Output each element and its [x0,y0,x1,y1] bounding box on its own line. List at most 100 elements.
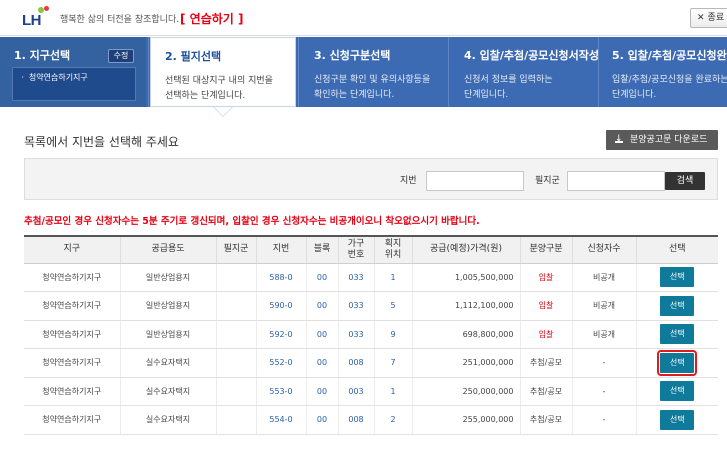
cell-sale-type: 입찰 [519,320,572,349]
cell-district: 청약연습하기지구 [24,405,120,435]
cell-usage: 실수요자택지 [119,377,216,406]
cell-price: 250,000,000 [411,377,520,406]
cell-district: 청약연습하기지구 [24,263,120,292]
cell-usage: 일반상업용지 [119,320,216,349]
top-bar: LH 행복한 삶의 터전을 창조합니다. [ 연습하기 ] ✕ 종료 [0,0,727,36]
step-5-complete: 5. 입찰/추첨/공모신청완료 입찰/추첨/공모신청을 완료하는 단계입니다. [598,37,727,107]
step-3-type-select: 3. 신청구분선택 신청구분 확인 및 유의사항등을 확인하는 단계입니다. [300,37,448,107]
cell-sale-type: 입찰 [519,263,572,292]
cell-block: 00 [305,320,338,349]
cell-applicants: - [571,348,636,378]
cell-lot: 1 [373,377,412,406]
lot-table: 지구 공급용도 필지군 지번 블록 가구 번호 획지 위치 공급(예정)가격(원… [24,235,718,435]
step-3-desc: 신청구분 확인 및 유의사항등을 확인하는 단계입니다. [314,73,448,103]
select-button[interactable]: 선택 [657,349,698,376]
end-button[interactable]: ✕ 종료 [690,8,727,28]
cell-usage: 일반상업용지 [119,291,216,321]
cell-district: 청약연습하기지구 [24,291,120,321]
notice-download-button[interactable]: 분양공고문 다운로드 [606,129,718,150]
table-header-row: 지구 공급용도 필지군 지번 블록 가구 번호 획지 위치 공급(예정)가격(원… [24,235,718,264]
cell-jibun: 590-0 [255,291,306,321]
cell-unit: 003 [337,377,374,406]
cell-group [215,348,256,378]
cell-district: 청약연습하기지구 [24,320,120,349]
cell-applicants: - [571,377,636,406]
cell-select: 선택 [635,263,718,292]
cell-block: 00 [305,377,338,406]
cell-jibun: 554-0 [255,405,306,435]
lh-logo: LH [12,6,56,30]
cell-jibun: 588-0 [255,263,306,292]
header-jibun: 지번 [255,235,306,264]
step-divider [298,37,299,107]
cell-price: 255,000,000 [411,405,520,435]
cell-applicants: 비공개 [571,320,636,349]
step-4-application-form: 4. 입찰/추첨/공모신청서작성 신청서 정보를 입력하는단계입니다. [450,37,600,107]
select-button[interactable]: 선택 [660,381,695,402]
header-group: 필지군 [215,235,256,264]
cell-select: 선택 [635,377,718,406]
logo-text: LH [22,12,42,29]
cell-unit: 033 [337,263,374,292]
header-district: 지구 [24,235,120,264]
cell-jibun: 552-0 [255,348,306,378]
step-4-desc-line1: 신청서 정보를 입력하는 [464,75,553,85]
step-2-desc: 선택된 대상지구 내의 지번을선택하는 단계입니다. [165,74,295,104]
cell-price: 1,112,100,000 [411,291,520,321]
cell-usage: 실수요자택지 [119,405,216,435]
cell-lot: 7 [373,348,412,378]
header-price: 공급(예정)가격(원) [411,235,520,264]
cell-group [215,263,256,292]
header-sale-type: 분양구분 [519,235,572,264]
cell-jibun: 553-0 [255,377,306,406]
cell-unit: 033 [337,291,374,321]
cell-sale-type: 추첨/공모 [519,348,572,378]
search-button[interactable]: 검색 [665,172,705,190]
cell-applicants: 비공개 [571,263,636,292]
step-4-desc-line2: 단계입니다. [464,90,509,100]
step-3-title: 3. 신청구분선택 [314,49,391,62]
cell-select: 선택 [635,291,718,321]
step-2-lot-select: 2. 필지선택 선택된 대상지구 내의 지번을 선택하는 단계입니다. [150,37,296,107]
cell-select: 선택 [635,320,718,349]
table-row: 청약연습하기지구 실수요자택지 554-0 00 008 2 255,000,0… [24,405,718,435]
cell-lot: 1 [373,263,412,292]
step-5-desc: 입찰/추첨/공모신청을 완료하는단계입니다. [612,73,727,103]
step-3-desc-line2: 확인하는 단계입니다. [314,90,395,100]
cell-block: 00 [305,263,338,292]
step-2-desc-line2: 선택하는 단계입니다. [165,91,246,101]
step-5-desc-line2: 단계입니다. [612,90,657,100]
jibun-input[interactable] [426,171,524,191]
cell-sale-type: 입찰 [519,291,572,321]
piljigun-label: 필지군 [535,176,560,186]
cell-price: 1,005,500,000 [411,263,520,292]
step-divider [448,37,449,107]
header-unit-number: 가구 번호 [337,235,374,264]
step-4-desc: 신청서 정보를 입력하는단계입니다. [464,73,598,103]
select-button[interactable]: 선택 [660,295,695,316]
cell-lot: 5 [373,291,412,321]
cell-lot: 9 [373,320,412,349]
cell-applicants: 비공개 [571,291,636,321]
cell-price: 251,000,000 [411,348,520,378]
step-5-desc-line1: 입찰/추첨/공모신청을 완료하는 [612,75,727,85]
step-2-desc-line1: 선택된 대상지구 내의 지번을 [165,76,273,86]
select-button[interactable]: 선택 [660,267,695,288]
step-4-title: 4. 입찰/추첨/공모신청서작성 [464,49,600,62]
cell-block: 00 [305,291,338,321]
table-row: 청약연습하기지구 실수요자택지 552-0 00 008 7 251,000,0… [24,348,718,378]
modify-button[interactable]: 수정 [108,49,134,63]
step-navigation: 1. 지구선택 수정 ㆍ 청약연습하기지구 2. 필지선택 선택된 대상지구 내… [0,37,727,107]
cell-sale-type: 추첨/공모 [519,405,572,435]
cell-block: 00 [305,405,338,435]
list-title: 목록에서 지번을 선택해 주세요 [24,135,179,149]
header-applicants: 신청자수 [571,235,636,264]
table-row: 청약연습하기지구 실수요자택지 553-0 00 003 1 250,000,0… [24,377,718,406]
selected-district-box: ㆍ 청약연습하기지구 [12,67,136,101]
select-button[interactable]: 선택 [660,324,695,345]
logo-red-dot [44,6,49,11]
header-usage: 공급용도 [119,235,216,264]
select-button[interactable]: 선택 [660,409,695,430]
piljigun-input[interactable] [567,171,665,191]
cell-sale-type: 추첨/공모 [519,377,572,406]
